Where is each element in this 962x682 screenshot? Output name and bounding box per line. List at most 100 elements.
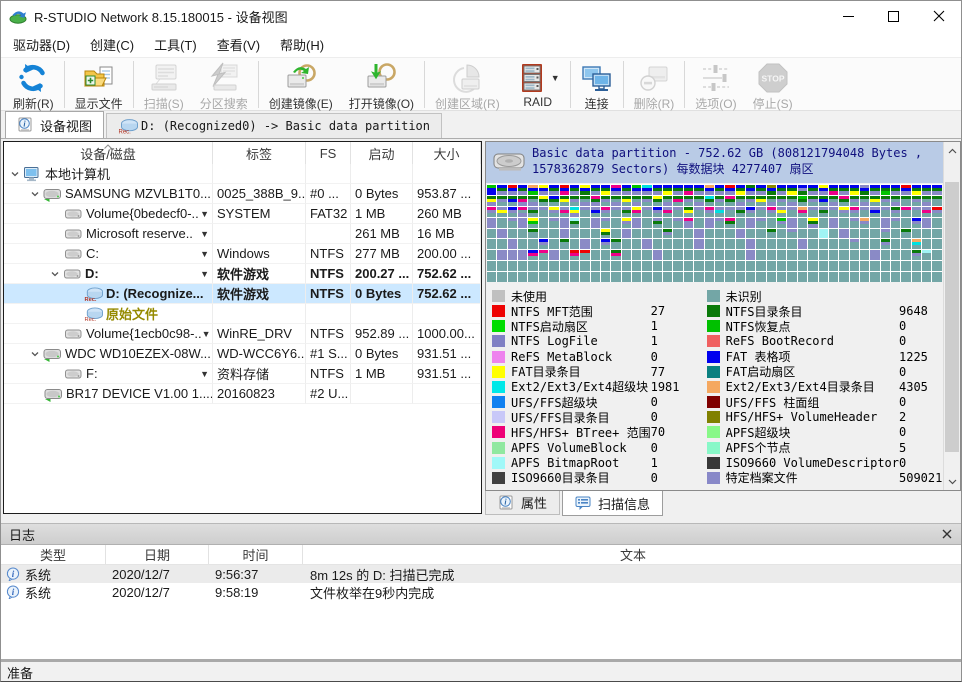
table-row[interactable]: C:▼WindowsNTFS277 MB200.00 ... [4, 244, 481, 264]
scan-block [756, 261, 765, 271]
toolbar: 刷新(R)显示文件扫描(S)分区搜索创建镜像(E)打开镜像(O) 创建区域(R) ▼… [1, 57, 961, 111]
scan-block-stripe [591, 213, 600, 217]
scan-block [632, 207, 641, 217]
menu-item-4[interactable]: 帮助(H) [270, 31, 334, 58]
log-column-header-0[interactable]: 类型 [1, 545, 106, 564]
scroll-down-icon[interactable] [944, 473, 960, 490]
menu-item-0[interactable]: 驱动器(D) [3, 31, 80, 58]
toolbar-item-label: 创建区域(R) [435, 95, 500, 112]
scan-block-stripe [756, 202, 765, 206]
table-row[interactable]: Volume{1ecb0c98-..▼WinRE_DRVNTFS952.89 .… [4, 324, 481, 344]
log-row[interactable]: i系统2020/12/79:58:19文件枚举在9秒内完成 [1, 583, 962, 601]
scrollbar[interactable] [943, 142, 960, 490]
tab-recognized-partition[interactable]: Rec.D: (Recognized0) -> Basic data parti… [106, 113, 442, 138]
open-image-button[interactable]: 打开镜像(O) [341, 60, 422, 112]
scan-block-stripe [860, 239, 869, 249]
column-header-0[interactable]: 设备/磁盘 [4, 142, 213, 164]
scan-block [673, 218, 682, 228]
scan-block [560, 239, 569, 249]
table-row[interactable]: SAMSUNG MZVLB1T0...0025_388B_9...#0 ...0… [4, 184, 481, 204]
tab-scan-information[interactable]: 扫描信息 [562, 491, 663, 516]
close-button[interactable] [916, 1, 961, 31]
raid-button[interactable]: ▼RAID [508, 60, 568, 109]
toolbar-separator [64, 61, 65, 108]
column-header-1[interactable]: 标签 [213, 142, 306, 164]
column-header-4[interactable]: 大小 [413, 142, 481, 164]
scan-block-stripe [932, 239, 941, 249]
table-row[interactable]: Rec.原始文件 [4, 304, 481, 324]
scan-block [715, 207, 724, 217]
scan-block-stripe [653, 229, 662, 239]
menu-item-1[interactable]: 创建(C) [80, 31, 144, 58]
scan-block [539, 185, 548, 195]
table-row[interactable]: D:▼软件游戏NTFS200.27 ...752.62 ... [4, 264, 481, 284]
table-row[interactable]: 本地计算机 [4, 164, 481, 184]
legend-item: NTFS LogFile1 [492, 334, 703, 348]
create-region-button[interactable]: 创建区域(R) [427, 60, 508, 112]
scan-block [601, 272, 610, 282]
dropdown-arrow-icon[interactable]: ▼ [200, 229, 212, 239]
scan-block [601, 239, 610, 249]
create-image-button[interactable]: 创建镜像(E) [261, 60, 341, 112]
options-button[interactable]: 选项(O) [687, 60, 744, 112]
legend-item: Ext2/Ext3/Ext4超级块1981 [492, 380, 703, 394]
show-files-button[interactable]: 显示文件 [67, 60, 131, 112]
legend-item: NTFS MFT范围27 [492, 304, 703, 318]
dropdown-arrow-icon[interactable]: ▼ [551, 73, 560, 83]
menu-item-3[interactable]: 查看(V) [207, 31, 270, 58]
scan-block [922, 185, 931, 195]
legend-swatch [707, 411, 720, 423]
scan-block [518, 229, 527, 239]
tab-device-view[interactable]: i设备视图 [5, 111, 104, 138]
chevron-down-icon[interactable] [30, 187, 43, 200]
minimize-button[interactable] [826, 1, 871, 31]
log-row[interactable]: i系统2020/12/79:56:378m 12s 的 D: 扫描已完成 [1, 565, 962, 583]
dropdown-arrow-icon[interactable]: ▼ [202, 329, 213, 339]
dropdown-arrow-icon[interactable]: ▼ [200, 209, 212, 219]
maximize-button[interactable] [871, 1, 916, 31]
partition-search-button[interactable]: 分区搜索 [192, 60, 256, 112]
chevron-down-icon[interactable] [50, 267, 63, 280]
table-row[interactable]: Microsoft reserve..▼261 MB16 MB [4, 224, 481, 244]
column-header-label: 大小 [433, 144, 459, 163]
log-column-label: 类型 [40, 545, 66, 564]
scan-block-stripe [528, 213, 537, 217]
scan-block [653, 207, 662, 217]
chevron-down-icon[interactable] [10, 167, 23, 180]
tab-properties[interactable]: i属性 [485, 491, 560, 515]
dropdown-arrow-icon[interactable]: ▼ [200, 369, 212, 379]
scan-button[interactable]: 扫描(S) [136, 60, 192, 112]
scan-block [601, 229, 610, 239]
device-name: C: [86, 246, 99, 261]
table-row[interactable]: Rec.D: (Recognize...软件游戏NTFS0 Bytes752.6… [4, 284, 481, 304]
stop-button[interactable]: STOP停止(S) [745, 60, 801, 112]
scrollbar-thumb[interactable] [945, 182, 959, 452]
table-row[interactable]: Volume{0bedecf0-..▼SYSTEMFAT321 MB260 MB [4, 204, 481, 224]
column-header-2[interactable]: FS [306, 142, 351, 164]
delete-button[interactable]: 删除(R) [626, 60, 683, 112]
scan-block [932, 185, 941, 195]
chevron-down-icon[interactable] [30, 347, 43, 360]
close-icon[interactable] [939, 526, 955, 542]
log-column-header-3[interactable]: 文本 [303, 545, 962, 564]
dropdown-arrow-icon[interactable]: ▼ [200, 249, 212, 259]
dropdown-arrow-icon[interactable]: ▼ [200, 269, 212, 279]
scan-block [487, 272, 496, 282]
refresh-button[interactable]: 刷新(R) [5, 60, 62, 112]
log-body: i系统2020/12/79:56:378m 12s 的 D: 扫描已完成i系统2… [1, 565, 962, 601]
connect-button[interactable]: 连接 [573, 60, 621, 112]
scan-block [736, 261, 745, 271]
table-row[interactable]: BR17 DEVICE V1.00 1....20160823#2 U... [4, 384, 481, 404]
menu-item-2[interactable]: 工具(T) [144, 31, 207, 58]
connect-icon [581, 62, 613, 94]
table-row[interactable]: F:▼资料存储NTFS1 MB931.51 ... [4, 364, 481, 384]
table-row[interactable]: WDC WD10EZEX-08W...WD-WCC6Y6...#1 S...0 … [4, 344, 481, 364]
scan-block [808, 229, 817, 239]
scan-block [787, 207, 796, 217]
scan-block-stripe [539, 245, 548, 249]
fs-cell: NTFS [306, 264, 351, 284]
column-header-3[interactable]: 启动 [351, 142, 413, 164]
log-column-header-2[interactable]: 时间 [209, 545, 303, 564]
scroll-up-icon[interactable] [944, 142, 960, 159]
log-column-header-1[interactable]: 日期 [106, 545, 209, 564]
